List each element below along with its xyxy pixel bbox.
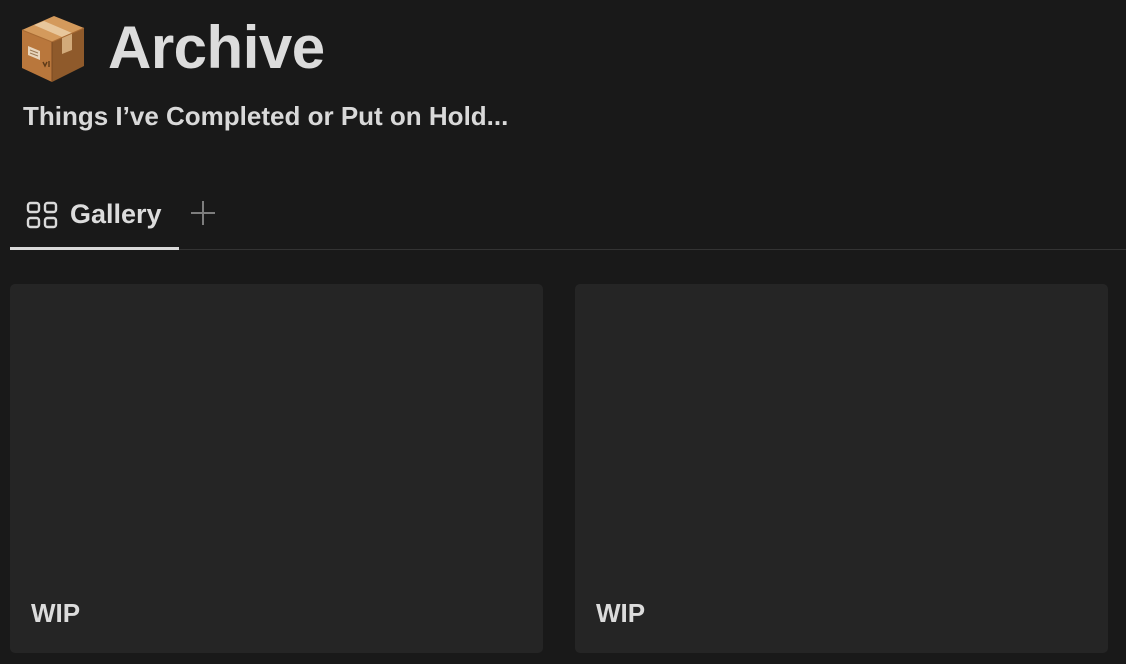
package-box-icon[interactable] <box>18 12 88 84</box>
gallery-grid-icon <box>26 201 58 229</box>
gallery-card[interactable]: WIP <box>575 284 1108 653</box>
view-tabs: Gallery <box>10 182 1126 250</box>
active-tab-indicator <box>10 247 179 250</box>
plus-icon[interactable] <box>188 198 218 228</box>
page-description[interactable]: Things I’ve Completed or Put on Hold... <box>23 102 508 131</box>
title-row: Archive <box>18 8 325 88</box>
card-title: WIP <box>596 598 646 628</box>
card-title: WIP <box>31 598 81 628</box>
gallery-card[interactable]: WIP <box>10 284 543 653</box>
tab-gallery-label: Gallery <box>70 198 162 229</box>
page-title[interactable]: Archive <box>108 18 325 78</box>
tab-gallery[interactable]: Gallery <box>10 182 179 248</box>
